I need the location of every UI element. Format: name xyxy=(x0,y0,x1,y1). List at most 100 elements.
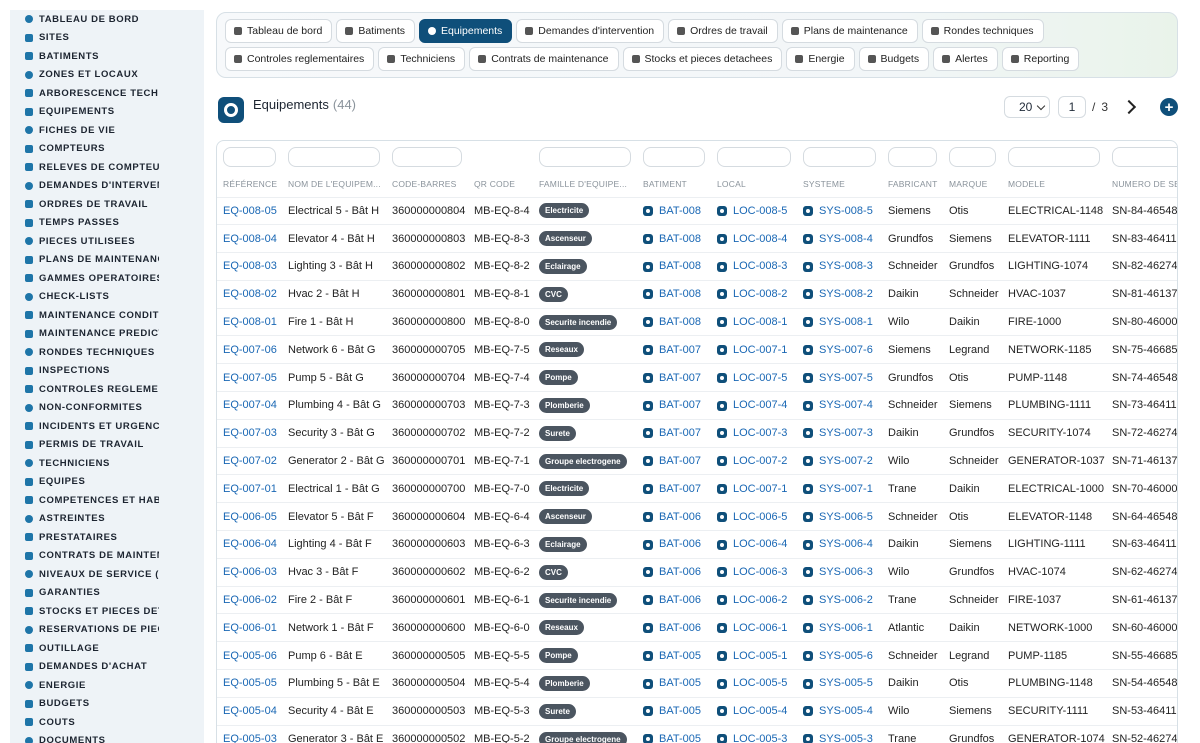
sidebar-item-batiments[interactable]: BATIMENTS xyxy=(10,47,204,66)
row-link[interactable]: LOC-005-3 xyxy=(733,733,787,743)
row-link[interactable]: EQ-006-04 xyxy=(223,538,277,550)
sidebar-item-rondes-techniques[interactable]: RONDES TECHNIQUES xyxy=(10,343,204,362)
row-link[interactable]: BAT-006 xyxy=(659,594,701,606)
row-link[interactable]: SYS-007-5 xyxy=(819,372,873,384)
row-link[interactable]: EQ-006-01 xyxy=(223,622,277,634)
row-link[interactable]: SYS-005-5 xyxy=(819,677,873,689)
column-filter-input[interactable] xyxy=(1008,147,1100,167)
row-link[interactable]: LOC-005-1 xyxy=(733,650,787,662)
row-link[interactable]: BAT-006 xyxy=(659,622,701,634)
sidebar-item-contrats-de-maintena[interactable]: CONTRATS DE MAINTENA xyxy=(10,547,204,566)
table-row[interactable]: EQ-007-01 Electrical 1 - Bât G 36000000070… xyxy=(217,474,1177,503)
table-row[interactable]: EQ-007-05 Pump 5 - Bât G 360000000704 MB-EQ… xyxy=(217,363,1177,392)
tab-plans-de-maintenance[interactable]: Plans de maintenance xyxy=(781,19,918,43)
sidebar-item-compteurs[interactable]: COMPTEURS xyxy=(10,140,204,159)
row-link[interactable]: EQ-007-06 xyxy=(223,344,277,356)
row-link[interactable]: LOC-005-4 xyxy=(733,705,787,717)
row-link[interactable]: SYS-008-2 xyxy=(819,288,873,300)
sidebar-item-non-conformites[interactable]: NON-CONFORMITES xyxy=(10,399,204,418)
row-link[interactable]: BAT-007 xyxy=(659,427,701,439)
row-link[interactable]: SYS-005-3 xyxy=(819,733,873,743)
sidebar-item-maintenance-conditio[interactable]: MAINTENANCE CONDITIO xyxy=(10,306,204,325)
row-link[interactable]: LOC-006-2 xyxy=(733,594,787,606)
table-row[interactable]: EQ-008-05 Electrical 5 - Bât H 36000000080… xyxy=(217,196,1177,225)
sidebar-item-outillage[interactable]: OUTILLAGE xyxy=(10,639,204,658)
tab-ordres-de-travail[interactable]: Ordres de travail xyxy=(668,19,778,43)
row-link[interactable]: BAT-007 xyxy=(659,399,701,411)
sidebar-item-prestataires[interactable]: PRESTATAIRES xyxy=(10,528,204,547)
table-row[interactable]: EQ-008-04 Elevator 4 - Bât H 360000000803 M… xyxy=(217,224,1177,253)
row-link[interactable]: SYS-006-3 xyxy=(819,566,873,578)
column-header[interactable]: MODELE xyxy=(1002,171,1106,197)
row-link[interactable]: LOC-007-2 xyxy=(733,455,787,467)
row-link[interactable]: LOC-005-5 xyxy=(733,677,787,689)
column-filter-input[interactable] xyxy=(288,147,380,167)
table-row[interactable]: EQ-006-02 Fire 2 - Bât F 360000000601 MB-EQ… xyxy=(217,585,1177,614)
sidebar-item-ordres-de-travail[interactable]: ORDRES DE TRAVAIL xyxy=(10,195,204,214)
sidebar-item-competences-et-habil[interactable]: COMPETENCES ET HABIL xyxy=(10,491,204,510)
table-row[interactable]: EQ-005-06 Pump 6 - Bât E 360000000505 MB-EQ… xyxy=(217,641,1177,670)
sidebar-item-documents[interactable]: DOCUMENTS xyxy=(10,732,204,743)
sidebar-item-releves-de-compteurs[interactable]: RELEVES DE COMPTEURS xyxy=(10,158,204,177)
row-link[interactable]: BAT-006 xyxy=(659,566,701,578)
sidebar-item-niveaux-de-service-sl[interactable]: NIVEAUX DE SERVICE (SL xyxy=(10,565,204,584)
row-link[interactable]: BAT-005 xyxy=(659,677,701,689)
row-link[interactable]: LOC-008-2 xyxy=(733,288,787,300)
sidebar-item-pieces-utilisees[interactable]: PIECES UTILISEES xyxy=(10,232,204,251)
row-link[interactable]: EQ-007-03 xyxy=(223,427,277,439)
row-link[interactable]: LOC-007-5 xyxy=(733,372,787,384)
row-link[interactable]: BAT-005 xyxy=(659,705,701,717)
row-link[interactable]: EQ-007-01 xyxy=(223,483,277,495)
table-row[interactable]: EQ-005-03 Generator 3 - Bât E 360000000502… xyxy=(217,724,1177,743)
row-link[interactable]: LOC-006-4 xyxy=(733,538,787,550)
sidebar-item-techniciens[interactable]: TECHNICIENS xyxy=(10,454,204,473)
row-link[interactable]: SYS-005-4 xyxy=(819,705,873,717)
row-link[interactable]: BAT-008 xyxy=(659,233,701,245)
row-link[interactable]: EQ-007-02 xyxy=(223,455,277,467)
row-link[interactable]: SYS-007-1 xyxy=(819,483,873,495)
row-link[interactable]: BAT-008 xyxy=(659,316,701,328)
row-link[interactable]: EQ-005-06 xyxy=(223,650,277,662)
sidebar-item-arborescence-techni[interactable]: ARBORESCENCE TECHNI xyxy=(10,84,204,103)
table-row[interactable]: EQ-008-02 Hvac 2 - Bât H 360000000801 MB-EQ… xyxy=(217,279,1177,309)
sidebar-item-permis-de-travail[interactable]: PERMIS DE TRAVAIL xyxy=(10,436,204,455)
column-header[interactable]: QR CODE xyxy=(468,171,533,197)
row-link[interactable]: EQ-006-05 xyxy=(223,511,277,523)
row-link[interactable]: BAT-008 xyxy=(659,288,701,300)
row-link[interactable]: SYS-008-4 xyxy=(819,233,873,245)
tab-reporting[interactable]: Reporting xyxy=(1001,47,1080,71)
column-filter-input[interactable] xyxy=(643,147,705,167)
table-row[interactable]: EQ-007-04 Plumbing 4 - Bât G 360000000703 M… xyxy=(217,391,1177,420)
sidebar-item-incidents-et-urgences[interactable]: INCIDENTS ET URGENCES xyxy=(10,417,204,436)
row-link[interactable]: LOC-008-4 xyxy=(733,233,787,245)
row-link[interactable]: EQ-008-04 xyxy=(223,233,277,245)
tab-batiments[interactable]: Batiments xyxy=(336,19,415,43)
row-link[interactable]: SYS-006-1 xyxy=(819,622,873,634)
sidebar-item-reservations-de-piece[interactable]: RESERVATIONS DE PIECE xyxy=(10,621,204,640)
page-size-select[interactable]: 20 xyxy=(1003,96,1050,118)
row-link[interactable]: SYS-007-4 xyxy=(819,399,873,411)
sidebar-item-plans-de-maintenance[interactable]: PLANS DE MAINTENANCE xyxy=(10,251,204,270)
row-link[interactable]: BAT-007 xyxy=(659,344,701,356)
row-link[interactable]: EQ-005-04 xyxy=(223,705,277,717)
row-link[interactable]: EQ-008-01 xyxy=(223,316,277,328)
sidebar-item-controles-reglement[interactable]: CONTROLES REGLEMENT xyxy=(10,380,204,399)
column-filter-input[interactable] xyxy=(717,147,791,167)
row-link[interactable]: SYS-008-3 xyxy=(819,260,873,272)
column-header[interactable]: NUMERO DE SE xyxy=(1106,171,1177,197)
table-row[interactable]: EQ-006-03 Hvac 3 - Bât F 360000000602 MB-EQ… xyxy=(217,557,1177,587)
row-link[interactable]: EQ-008-03 xyxy=(223,260,277,272)
row-link[interactable]: EQ-006-02 xyxy=(223,594,277,606)
row-link[interactable]: EQ-007-04 xyxy=(223,399,277,411)
row-link[interactable]: EQ-007-05 xyxy=(223,372,277,384)
row-link[interactable]: LOC-006-5 xyxy=(733,511,787,523)
column-header[interactable]: NOM DE L'EQUIPEM... xyxy=(282,171,386,197)
table-row[interactable]: EQ-007-02 Generator 2 - Bât G 360000000701… xyxy=(217,446,1177,475)
row-link[interactable]: SYS-006-5 xyxy=(819,511,873,523)
row-link[interactable]: BAT-008 xyxy=(659,205,701,217)
row-link[interactable]: BAT-007 xyxy=(659,483,701,495)
row-link[interactable]: LOC-007-3 xyxy=(733,427,787,439)
sidebar-item-gammes-operatoires[interactable]: GAMMES OPERATOIRES xyxy=(10,269,204,288)
column-filter-input[interactable] xyxy=(888,147,937,167)
column-filter-input[interactable] xyxy=(539,147,631,167)
